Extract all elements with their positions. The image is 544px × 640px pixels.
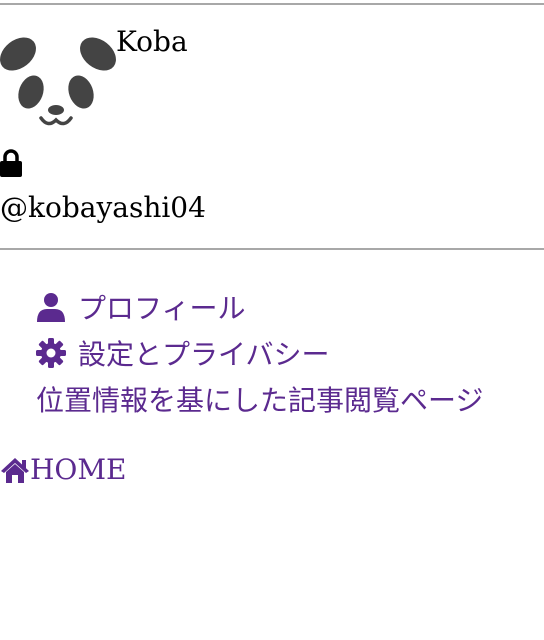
avatar[interactable] <box>0 34 116 132</box>
top-divider <box>0 3 544 5</box>
user-icon <box>36 292 66 322</box>
home-link[interactable]: HOME <box>0 452 126 488</box>
menu-item-profile[interactable]: プロフィール <box>36 284 483 330</box>
drawer-menu: プロフィール 設定とプライバシー 位置情報を基にした記事閲覧ページ <box>36 284 483 422</box>
home-label: HOME <box>30 453 127 486</box>
menu-item-label: プロフィール <box>78 292 246 325</box>
menu-item-label: 位置情報を基にした記事閲覧ページ <box>36 384 484 417</box>
panda-avatar-icon <box>0 37 116 126</box>
home-icon <box>0 456 30 484</box>
menu-item-label: 設定とプライバシー <box>78 338 330 371</box>
display-name: Koba <box>116 25 188 58</box>
user-handle: @kobayashi04 <box>0 191 206 224</box>
lock-icon <box>0 148 22 178</box>
menu-item-location-articles[interactable]: 位置情報を基にした記事閲覧ページ <box>36 376 483 422</box>
profile-drawer: Koba @kobayashi04 プロフィール 設定とプライバシー 位置情報を… <box>0 0 544 640</box>
gear-icon <box>36 338 66 368</box>
menu-item-settings[interactable]: 設定とプライバシー <box>36 330 483 376</box>
section-divider <box>0 248 544 250</box>
